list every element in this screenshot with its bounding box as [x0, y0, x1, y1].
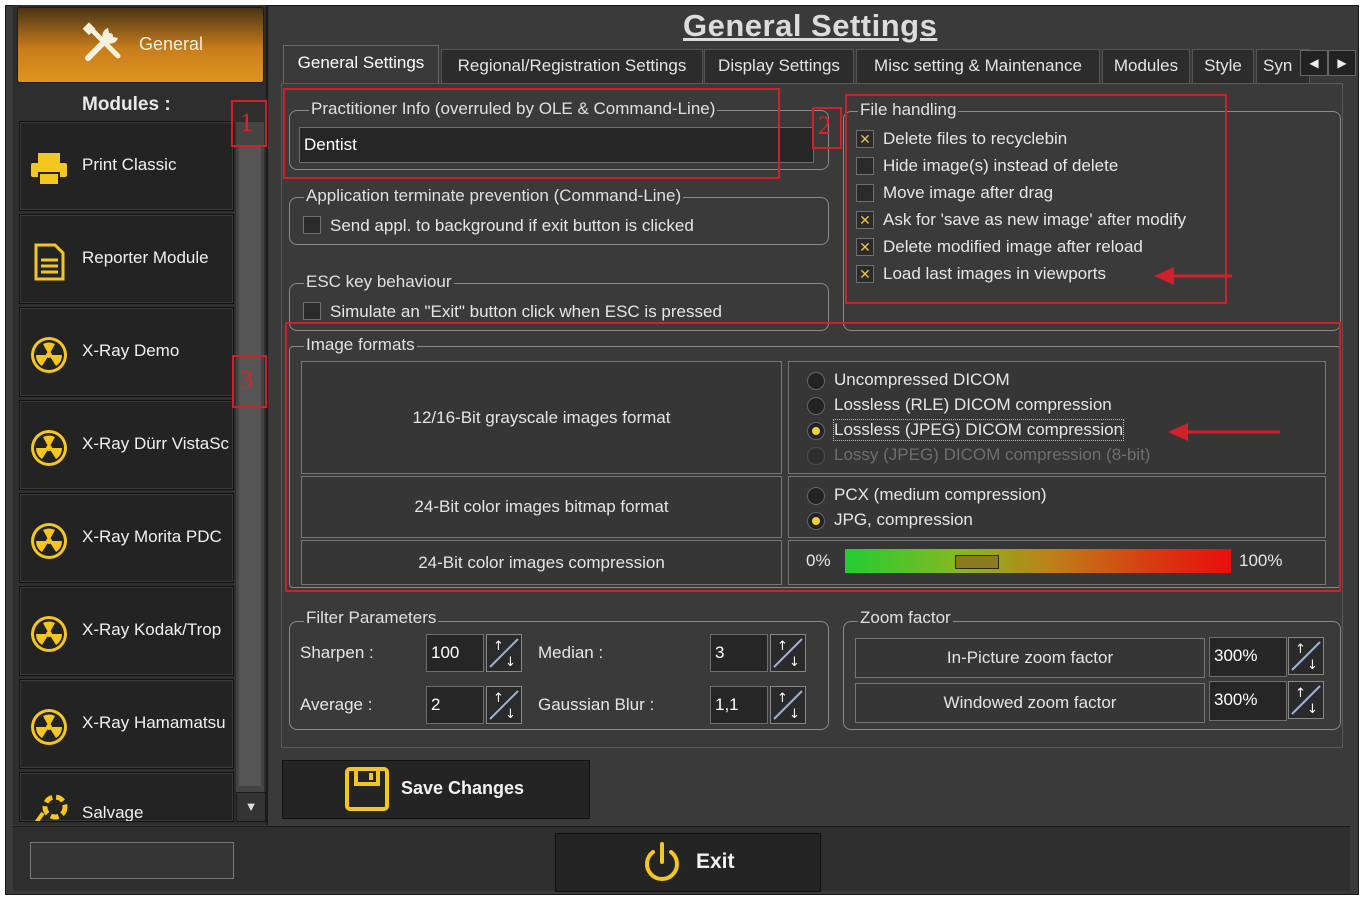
- radiation-icon: [29, 521, 69, 561]
- printer-icon: [29, 149, 69, 189]
- general-label: General: [139, 34, 204, 54]
- annotation-number-1: 1: [240, 108, 253, 137]
- sidebar-item-label: Reporter Module: [82, 248, 209, 267]
- svg-text:↓: ↓: [1307, 658, 1318, 673]
- save-changes-button[interactable]: Save Changes: [282, 760, 590, 819]
- sharpen-input[interactable]: 100: [426, 634, 484, 672]
- document-icon: [29, 242, 69, 282]
- sidebar-item-label: X-Ray Morita PDC: [82, 527, 222, 546]
- sidebar-item-x-ray-kodak-trop[interactable]: X-Ray Kodak/Trop: [19, 586, 234, 676]
- gaussian-label: Gaussian Blur :: [538, 695, 655, 714]
- sidebar-item-x-ray-demo[interactable]: X-Ray Demo: [19, 307, 234, 397]
- svg-text:↓: ↓: [505, 655, 516, 670]
- sidebar-item-print-classic[interactable]: Print Classic: [19, 121, 234, 211]
- median-label: Median :: [538, 643, 604, 662]
- sharpen-label: Sharpen :: [300, 643, 374, 662]
- status-field: [30, 842, 234, 879]
- tab-scroll-right-icon[interactable]: ▶: [1328, 50, 1356, 76]
- svg-text:↓: ↓: [1307, 702, 1318, 717]
- zoom-group-title: Zoom factor: [858, 608, 953, 628]
- radiation-icon: [29, 428, 69, 468]
- sidebar-item-x-ray-hamamatsu[interactable]: X-Ray Hamamatsu: [19, 679, 234, 769]
- in-picture-zoom-spinner-icon[interactable]: ↑ ↓: [1288, 637, 1324, 675]
- svg-text:↑: ↑: [1295, 642, 1306, 657]
- power-icon: [645, 842, 679, 881]
- terminate-group-title: Application terminate prevention (Comman…: [304, 186, 684, 206]
- average-spinner-icon[interactable]: ↑ ↓: [486, 686, 522, 724]
- in-picture-zoom-input[interactable]: 300%: [1209, 637, 1287, 677]
- average-input[interactable]: 2: [426, 686, 484, 724]
- sidebar-item-label: Print Classic: [82, 155, 177, 174]
- radiation-icon: [29, 707, 69, 747]
- windowed-zoom-label: Windowed zoom factor: [855, 683, 1205, 723]
- sidebar-item-label: X-Ray Hamamatsu: [82, 713, 226, 732]
- sidebar-item-label: X-Ray Dürr VistaSc: [82, 434, 230, 453]
- tab-regional-registration[interactable]: Regional/Registration Settings: [441, 49, 703, 84]
- windowed-zoom-spinner-icon[interactable]: ↑ ↓: [1288, 681, 1324, 719]
- sidebar-item-label: Salvage: [82, 803, 144, 822]
- average-label: Average :: [300, 695, 373, 714]
- annotation-box-image-formats: [285, 322, 1341, 592]
- tab-scroll-left-icon[interactable]: ◀: [1300, 50, 1328, 76]
- annotation-box-practitioner: [283, 88, 780, 179]
- exit-label: Exit: [696, 850, 735, 873]
- tab-modules[interactable]: Modules: [1102, 49, 1190, 84]
- sidebar-item-label: X-Ray Kodak/Trop: [82, 620, 222, 639]
- esc-group-title: ESC key behaviour: [304, 272, 454, 292]
- svg-text:↑: ↑: [777, 639, 788, 654]
- tools-icon: [82, 22, 121, 61]
- tab-misc-maintenance[interactable]: Misc setting & Maintenance: [856, 49, 1100, 84]
- svg-text:↓: ↓: [505, 707, 516, 722]
- svg-text:↓: ↓: [789, 655, 800, 670]
- svg-text:↑: ↑: [1295, 686, 1306, 701]
- svg-text:↑: ↑: [777, 691, 788, 706]
- tab-display-settings[interactable]: Display Settings: [704, 49, 854, 84]
- median-input[interactable]: 3: [710, 634, 768, 672]
- svg-text:↑: ↑: [493, 639, 504, 654]
- save-changes-label: Save Changes: [401, 778, 525, 798]
- radiation-icon: [29, 614, 69, 654]
- sidebar-item-x-ray-morita-pdc[interactable]: X-Ray Morita PDC: [19, 493, 234, 583]
- sidebar-item-reporter-module[interactable]: Reporter Module: [19, 214, 234, 304]
- exit-button[interactable]: Exit: [555, 833, 821, 892]
- sidebar-item-x-ray-d-rr-vistasc[interactable]: X-Ray Dürr VistaSc: [19, 400, 234, 490]
- modules-title: Modules :: [82, 94, 171, 115]
- windowed-zoom-input[interactable]: 300%: [1209, 681, 1287, 721]
- sidebar-scroll-thumb[interactable]: [239, 146, 261, 786]
- in-picture-zoom-label: In-Picture zoom factor: [855, 638, 1205, 678]
- median-spinner-icon[interactable]: ↑ ↓: [770, 634, 806, 672]
- tab-general-settings[interactable]: General Settings: [283, 45, 439, 84]
- floppy-disk-icon: [345, 767, 389, 811]
- lifebuoy-icon: [29, 791, 69, 821]
- sharpen-spinner-icon[interactable]: ↑ ↓: [486, 634, 522, 672]
- page-title: General Settings: [683, 8, 938, 43]
- annotation-number-2: 2: [818, 111, 831, 140]
- annotation-arrow-icon: [1154, 267, 1232, 285]
- radiation-icon: [29, 335, 69, 375]
- gaussian-spinner-icon[interactable]: ↑ ↓: [770, 686, 806, 724]
- annotation-number-3: 3: [240, 365, 253, 394]
- terminate-checkbox-label: Send appl. to background if exit button …: [330, 216, 694, 235]
- annotation-arrow-icon: [1168, 423, 1280, 441]
- terminate-checkbox[interactable]: [303, 216, 321, 234]
- sidebar-item-salvage[interactable]: Salvage: [19, 772, 234, 822]
- filter-group-title: Filter Parameters: [304, 608, 439, 628]
- sidebar-item-label: X-Ray Demo: [82, 341, 180, 360]
- esc-checkbox-label: Simulate an "Exit" button click when ESC…: [330, 302, 722, 321]
- svg-text:↓: ↓: [789, 707, 800, 722]
- esc-checkbox[interactable]: [303, 302, 321, 320]
- tab-style[interactable]: Style: [1192, 49, 1254, 84]
- tab-bar: General Settings Regional/Registration S…: [283, 45, 1353, 84]
- general-button[interactable]: General: [17, 7, 264, 83]
- scroll-down-arrow-icon[interactable]: ▼: [236, 792, 266, 822]
- gaussian-input[interactable]: 1,1: [710, 686, 768, 724]
- svg-text:↑: ↑: [493, 691, 504, 706]
